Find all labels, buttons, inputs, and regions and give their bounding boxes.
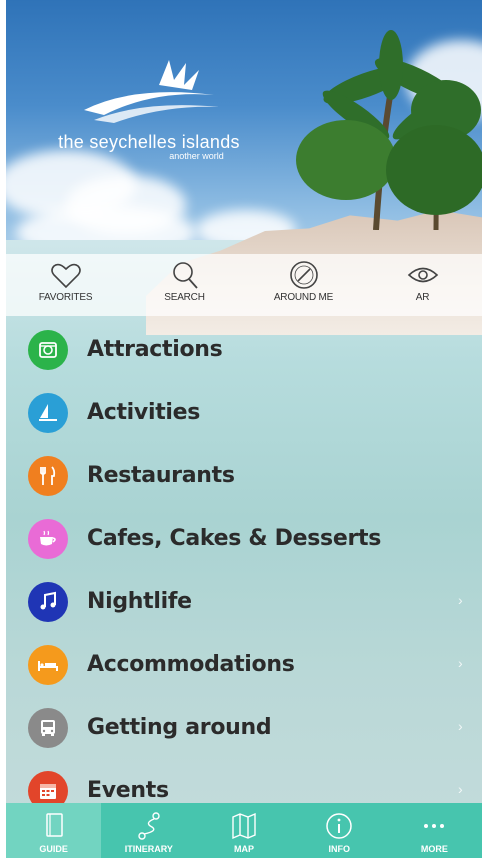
- fork-knife-icon: [28, 455, 68, 496]
- info-icon: [326, 813, 352, 839]
- favorites-button[interactable]: FAVORITES: [6, 254, 125, 316]
- palm-trees-image: [296, 30, 482, 230]
- map-icon: [232, 812, 256, 840]
- music-note-icon: [28, 581, 68, 622]
- category-item-accommodations[interactable]: Accommodations ›: [6, 633, 482, 696]
- chevron-right-icon: ›: [458, 655, 463, 671]
- route-icon: [138, 812, 160, 840]
- bed-icon: [28, 644, 68, 685]
- category-label: Nightlife: [87, 589, 192, 614]
- heart-icon: [50, 263, 81, 289]
- tab-info[interactable]: INFO: [292, 803, 387, 858]
- compass-icon: [289, 261, 318, 289]
- category-item-getting-around[interactable]: Getting around ›: [6, 696, 482, 759]
- tab-itinerary[interactable]: ITINERARY: [101, 803, 196, 858]
- chevron-right-icon: ›: [458, 781, 463, 797]
- tab-more[interactable]: MORE: [387, 803, 482, 858]
- tab-label: ITINERARY: [124, 844, 173, 854]
- search-label: SEARCH: [164, 292, 205, 303]
- category-label: Getting around: [87, 715, 272, 740]
- quick-actions-bar: FAVORITES SEARCH AROUND ME AR: [6, 254, 482, 316]
- bottom-tab-bar: GUIDE ITINERARY MAP INFO MORE: [6, 803, 482, 858]
- cup-icon: [28, 518, 68, 559]
- attractions-icon: [28, 329, 68, 370]
- tab-map[interactable]: MAP: [196, 803, 291, 858]
- category-label: Restaurants: [87, 463, 235, 488]
- category-item-cafes[interactable]: Cafes, Cakes & Desserts: [6, 507, 482, 570]
- logo-mark-icon: [84, 60, 219, 123]
- favorites-label: FAVORITES: [38, 292, 93, 303]
- bus-icon: [28, 707, 68, 748]
- category-list: Attractions Activities Restaurants Cafes…: [6, 318, 482, 822]
- tab-label: INFO: [328, 844, 350, 854]
- chevron-right-icon: ›: [458, 592, 463, 608]
- brand-title: the seychelles islands: [58, 132, 240, 152]
- tab-label: GUIDE: [39, 844, 68, 854]
- ar-label: AR: [415, 292, 430, 303]
- category-label: Cafes, Cakes & Desserts: [87, 526, 381, 551]
- around-me-button[interactable]: AROUND ME: [244, 254, 363, 316]
- ar-button[interactable]: AR: [363, 254, 482, 316]
- category-item-nightlife[interactable]: Nightlife ›: [6, 570, 482, 633]
- more-icon: [424, 824, 445, 828]
- tab-label: MAP: [234, 844, 254, 854]
- eye-icon: [407, 267, 438, 283]
- brand-logo: the seychelles islands another world: [44, 55, 254, 161]
- category-label: Attractions: [87, 337, 223, 362]
- category-label: Accommodations: [87, 652, 295, 677]
- category-item-activities[interactable]: Activities: [6, 381, 482, 444]
- category-item-attractions[interactable]: Attractions: [6, 318, 482, 381]
- search-button[interactable]: SEARCH: [125, 254, 244, 316]
- category-label: Activities: [87, 400, 201, 425]
- category-item-restaurants[interactable]: Restaurants: [6, 444, 482, 507]
- around-me-label: AROUND ME: [273, 292, 334, 303]
- book-icon: [45, 813, 63, 837]
- app-screen: the seychelles islands another world FAV…: [0, 0, 482, 858]
- tab-label: MORE: [420, 844, 448, 854]
- app-viewport: the seychelles islands another world FAV…: [6, 0, 482, 858]
- tab-guide[interactable]: GUIDE: [6, 803, 102, 858]
- windsurf-icon: [28, 392, 68, 433]
- category-label: Events: [87, 778, 169, 803]
- chevron-right-icon: ›: [458, 718, 463, 734]
- search-icon: [172, 262, 198, 289]
